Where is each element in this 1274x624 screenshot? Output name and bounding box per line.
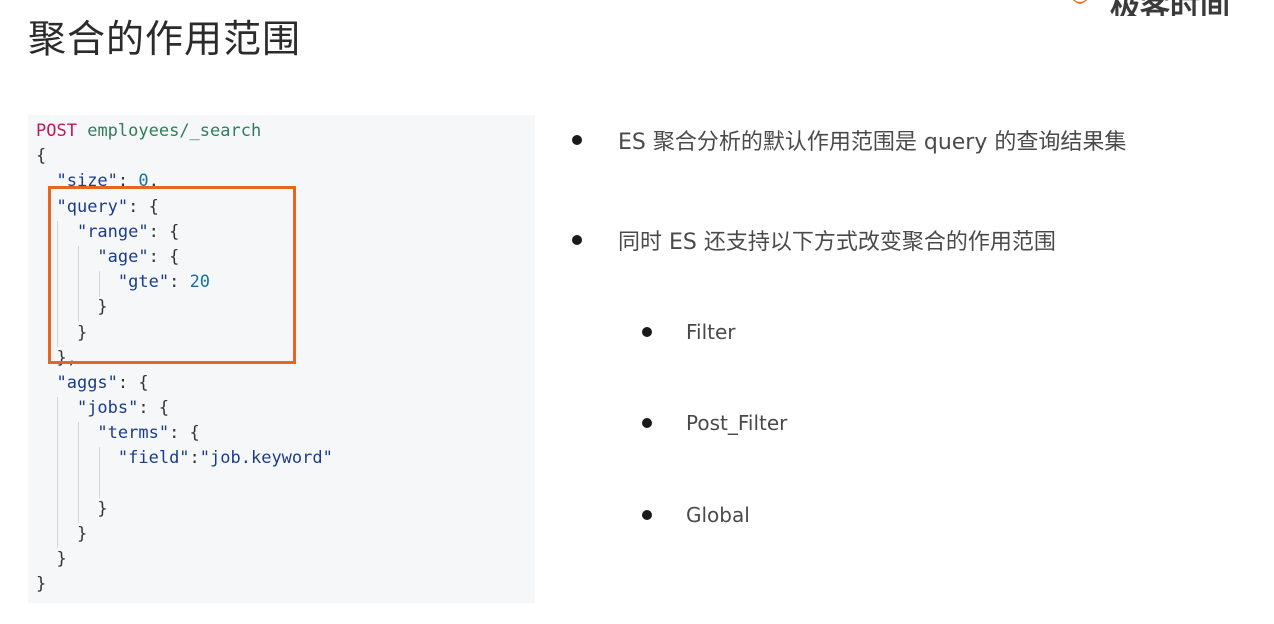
code-token: } [36,574,47,595]
query-highlight-box [48,186,296,364]
brand-logo: 极客时间 [1054,0,1274,16]
code-line-12: "jobs": { [36,396,333,421]
code-key: "field" [117,448,190,469]
code-line-18: } [36,547,333,572]
bullet-text: Post_Filter [686,411,788,435]
bullet-item-2: 同时 ES 还支持以下方式改变聚合的作用范围 [572,224,1056,256]
http-method: POST [36,121,77,141]
code-line-1: POST employees/_search [36,119,333,144]
bullet-dot-icon [642,510,652,520]
bullet-item-1: ES 聚合分析的默认作用范围是 query 的查询结果集 [572,124,1126,156]
indent-guide [78,422,79,523]
bullet-dot-icon [642,327,652,337]
code-line-14: "field":"job.keyword" [36,446,333,471]
code-key: "terms" [97,423,170,444]
code-token: } [76,524,88,544]
code-line-2: { [36,144,333,169]
bullet-dot-icon [642,418,652,428]
bullet-item-global: Global [642,503,750,527]
code-line-13: "terms": { [36,421,333,446]
bullet-text: Global [686,503,750,527]
indent-guide [57,397,58,548]
code-key: "aggs" [56,372,118,393]
code-line-19: } [36,572,333,597]
code-token: : [189,448,200,469]
code-line-16: } [36,497,333,522]
code-token: : { [169,423,200,444]
code-token: { [36,146,47,167]
code-token: } [56,549,67,570]
request-path: employees/_search [87,121,262,141]
indent-guide [99,447,100,498]
code-line-11: "aggs": { [36,371,333,396]
code-key: "jobs" [76,398,139,419]
bullet-text: ES 聚合分析的默认作用范围是 query 的查询结果集 [618,130,1127,155]
code-token: : { [117,372,149,393]
code-token: : { [138,398,170,419]
bullet-item-filter: Filter [642,320,736,344]
code-string: "job.keyword" [199,448,333,469]
bullet-text: Filter [686,320,736,344]
bullet-dot-icon [572,135,582,145]
logo-mark-icon [1072,0,1088,4]
bullet-item-post-filter: Post_Filter [642,411,787,435]
bullet-dot-icon [572,235,582,245]
logo-text: 极客时间 [1110,0,1230,16]
slide-title: 聚合的作用范围 [28,17,302,61]
code-token: } [97,498,108,519]
code-line-17: } [36,522,333,547]
bullet-text: 同时 ES 还支持以下方式改变聚合的作用范围 [618,230,1056,255]
